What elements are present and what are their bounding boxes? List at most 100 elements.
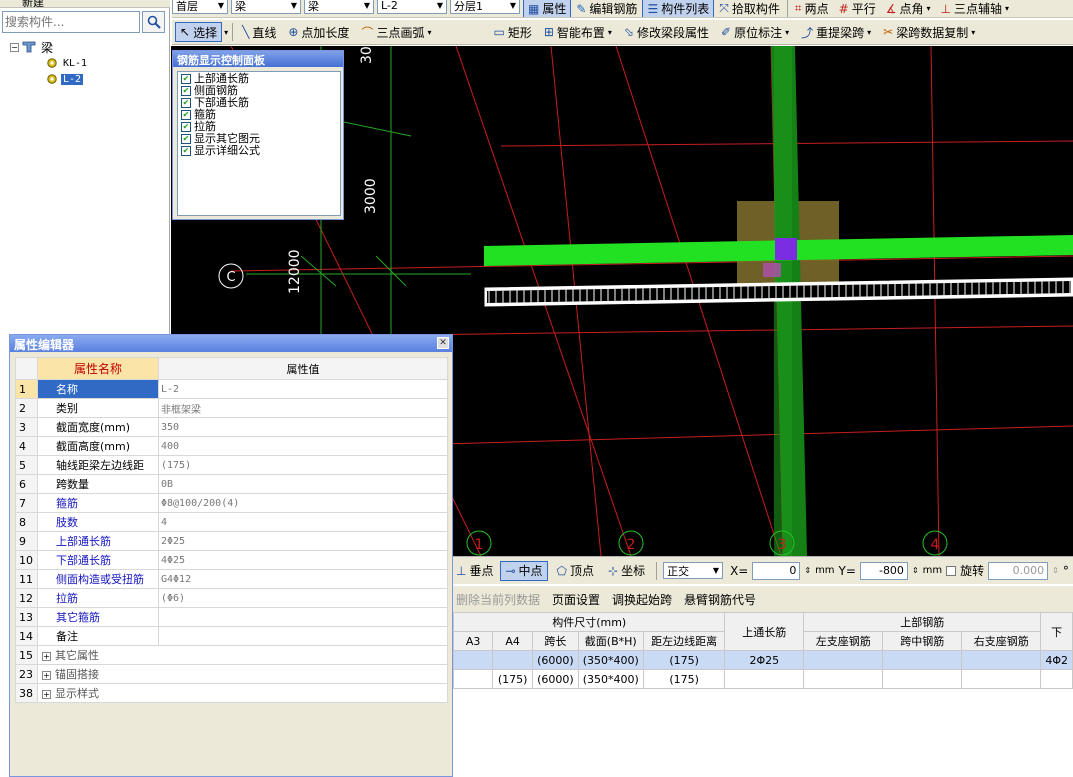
select-button[interactable]: ↖ 选择 — [175, 22, 223, 42]
property-row[interactable]: 10 下部通长筋 4Φ25 — [15, 550, 448, 570]
rotate-angle-input[interactable]: 0.000 — [988, 561, 1049, 580]
property-value[interactable]: 400 — [158, 436, 448, 456]
span-cell-top-long[interactable] — [724, 669, 805, 689]
point-angle-button[interactable]: ∡ 点角 ▾ — [881, 0, 936, 17]
checkbox-checked-icon[interactable]: ✔ — [181, 74, 191, 84]
property-value[interactable]: 350 — [158, 417, 448, 437]
edit-rebar-button[interactable]: ✎ 编辑钢筋 — [571, 0, 642, 17]
properties-button[interactable]: ▦ 属性 — [523, 0, 572, 17]
tree-node-beam[interactable]: − 梁 — [10, 39, 55, 55]
delete-column-button[interactable]: 删除当前列数据 — [456, 591, 540, 608]
property-row[interactable]: 1 名称 L-2 — [15, 379, 448, 399]
span-cell-right[interactable] — [961, 669, 1042, 689]
smart-layout-button[interactable]: ⊞ 智能布置 ▾ — [539, 22, 617, 42]
property-row[interactable]: 15 + 其它属性 — [15, 645, 448, 665]
ortho-mode-select[interactable]: 正交 ▼ — [663, 562, 724, 579]
span-cell-mid[interactable] — [882, 650, 963, 670]
three-point-arc-button[interactable]: ⌒ 三点画弧 ▾ — [356, 22, 436, 42]
property-value[interactable]: (175) — [158, 455, 448, 475]
parallel-button[interactable]: # 平行 — [834, 0, 881, 17]
search-button[interactable] — [142, 11, 165, 33]
span-cell-right[interactable] — [961, 650, 1042, 670]
property-group[interactable]: + 锚固搭接 — [37, 664, 448, 684]
expand-icon[interactable]: + — [42, 671, 51, 680]
property-value[interactable]: 2Φ25 — [158, 531, 448, 551]
midpoint-snap-button[interactable]: ⊸ 中点 — [500, 560, 548, 581]
cantilever-code-button[interactable]: 悬臂钢筋代号 — [684, 591, 756, 608]
tree-item-l-2[interactable]: L-2 — [46, 71, 84, 87]
line-button[interactable]: ╲ 直线 — [237, 22, 281, 42]
checkbox-checked-icon[interactable]: ✔ — [181, 98, 191, 108]
property-row[interactable]: 38 + 显示样式 — [15, 683, 448, 703]
modify-span-props-button[interactable]: ⬂ 修改梁段属性 — [619, 22, 714, 42]
perpendicular-snap-button[interactable]: ⊥ 垂点 — [453, 561, 496, 581]
property-value[interactable]: 0B — [158, 474, 448, 494]
property-value[interactable] — [158, 626, 448, 646]
span-cell-next[interactable] — [1040, 669, 1073, 689]
axis-bubble-1[interactable]: 1 — [466, 530, 492, 556]
span-cell-span[interactable]: (6000) — [532, 669, 579, 689]
swap-start-span-button[interactable]: 调换起始跨 — [612, 591, 672, 608]
pick-component-button[interactable]: ⤧ 拾取构件 — [714, 0, 785, 17]
property-row[interactable]: 5 轴线距梁左边线距 (175) — [15, 455, 448, 475]
span-cell-next[interactable]: 4Φ2 — [1040, 650, 1073, 670]
collapse-icon[interactable]: − — [10, 42, 19, 52]
tree-item-kl-1[interactable]: KL-1 — [46, 55, 89, 71]
three-point-axis-button[interactable]: ⊥ 三点辅轴 ▾ — [936, 0, 1014, 17]
type-select[interactable]: 梁 ▼ — [304, 0, 374, 14]
property-row[interactable]: 4 截面高度(mm) 400 — [15, 436, 448, 456]
component-list-button[interactable]: ☰ 构件列表 — [642, 0, 715, 17]
span-cell-section[interactable]: (350*400) — [577, 669, 644, 689]
page-setup-button[interactable]: 页面设置 — [552, 591, 600, 608]
property-value[interactable]: 4Φ25 — [158, 550, 448, 570]
rotate-checkbox[interactable] — [946, 565, 957, 576]
span-row[interactable]: (175) (6000) (350*400) (175) — [453, 669, 1073, 689]
re-extract-span-button[interactable]: ⤴ 重提梁跨 ▾ — [796, 22, 876, 42]
axis-bubble-c[interactable]: C — [218, 263, 244, 289]
chevron-down-icon[interactable]: ▾ — [224, 28, 228, 37]
expand-icon[interactable]: + — [42, 652, 51, 661]
axis-bubble-4[interactable]: 4 — [922, 530, 948, 556]
x-coordinate-input[interactable]: 0 — [752, 561, 801, 580]
spinner-icon[interactable]: ⇕ — [804, 566, 811, 575]
property-row[interactable]: 8 肢数 4 — [15, 512, 448, 532]
property-value[interactable]: 非框架梁 — [158, 398, 448, 418]
coordinate-snap-button[interactable]: ⊹ 坐标 — [603, 561, 650, 581]
vertex-snap-button[interactable]: ⬠ 顶点 — [552, 561, 599, 581]
property-row[interactable]: 6 跨数量 0B — [15, 474, 448, 494]
property-group[interactable]: + 其它属性 — [37, 645, 448, 665]
checkbox-checked-icon[interactable]: ✔ — [181, 134, 191, 144]
span-cell-mid[interactable] — [882, 669, 963, 689]
property-row[interactable]: 9 上部通长筋 2Φ25 — [15, 531, 448, 551]
property-group[interactable]: + 显示样式 — [37, 683, 448, 703]
property-value[interactable]: (Φ6) — [158, 588, 448, 608]
span-cell-offset[interactable]: (175) — [642, 650, 726, 670]
property-value[interactable]: L-2 — [158, 379, 448, 399]
property-value[interactable] — [158, 607, 448, 627]
span-cell-section[interactable]: (350*400) — [577, 650, 644, 670]
expand-icon[interactable]: + — [42, 690, 51, 699]
property-editor-titlebar[interactable]: 属性编辑器 ✕ — [10, 335, 452, 352]
y-coordinate-input[interactable]: -800 — [859, 561, 908, 580]
property-row[interactable]: 14 备注 — [15, 626, 448, 646]
point-length-button[interactable]: ⊕ 点加长度 — [283, 22, 354, 42]
spinner-icon[interactable]: ⇕ — [912, 566, 919, 575]
property-value[interactable]: 4 — [158, 512, 448, 532]
rebar-option-detailed-formula[interactable]: ✔ 显示详细公式 — [181, 145, 337, 157]
original-annotation-button[interactable]: ✐ 原位标注 ▾ — [716, 22, 794, 42]
property-row[interactable]: 12 拉筋 (Φ6) — [15, 588, 448, 608]
property-value[interactable]: G4Φ12 — [158, 569, 448, 589]
new-button[interactable]: 新建 — [22, 0, 44, 7]
copy-span-data-button[interactable]: ✂ 梁跨数据复制 ▾ — [878, 22, 980, 42]
span-row[interactable]: (6000) (350*400) (175) 2Φ25 4Φ2 — [453, 650, 1073, 670]
span-cell-top-long[interactable]: 2Φ25 — [724, 650, 805, 670]
span-cell-offset[interactable]: (175) — [642, 669, 726, 689]
checkbox-checked-icon[interactable]: ✔ — [181, 122, 191, 132]
spinner-icon[interactable]: ⇕ — [1052, 566, 1059, 575]
property-value[interactable]: Φ8@100/200(4) — [158, 493, 448, 513]
span-cell-a4[interactable]: (175) — [492, 669, 534, 689]
floor-select[interactable]: 首层 ▼ — [172, 0, 228, 14]
close-icon[interactable]: ✕ — [437, 337, 449, 349]
two-points-button[interactable]: ⌗ 两点 — [790, 0, 834, 17]
span-cell-a4[interactable] — [492, 650, 534, 670]
